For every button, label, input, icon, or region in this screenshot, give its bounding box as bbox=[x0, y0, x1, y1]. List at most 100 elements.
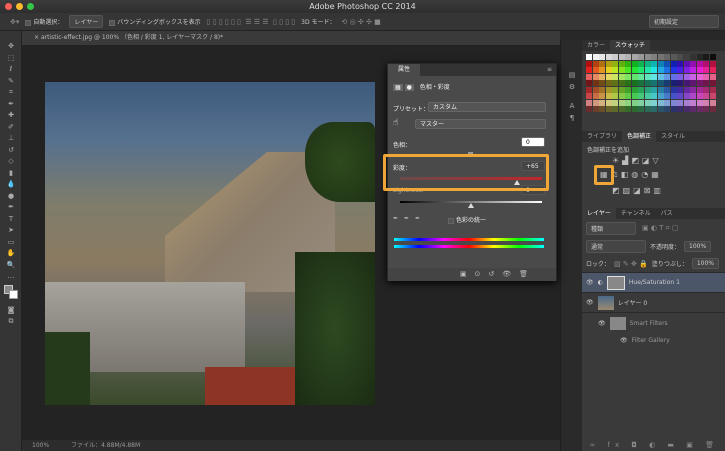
swatch[interactable] bbox=[670, 60, 677, 67]
tab-libraries[interactable]: ライブラリ bbox=[582, 131, 622, 142]
swatch[interactable] bbox=[657, 54, 664, 60]
swatch[interactable] bbox=[683, 60, 690, 67]
swatch[interactable] bbox=[586, 80, 592, 86]
shape-tool-icon[interactable]: ▭ bbox=[0, 237, 22, 249]
swatch[interactable] bbox=[690, 86, 696, 93]
swatch[interactable] bbox=[586, 60, 592, 67]
swatch[interactable] bbox=[664, 99, 670, 106]
quick-mask-icon[interactable]: ◙ bbox=[0, 305, 22, 317]
layer-row-hue-saturation[interactable]: 👁 ◐ Hue/Saturation 1 bbox=[582, 273, 725, 293]
gradient-tool-icon[interactable]: ▮ bbox=[0, 168, 22, 180]
swatch[interactable] bbox=[599, 60, 605, 67]
swatch[interactable] bbox=[696, 73, 703, 80]
swatch[interactable] bbox=[612, 73, 618, 80]
layer-name[interactable]: Hue/Saturation 1 bbox=[629, 279, 680, 286]
swatch[interactable] bbox=[605, 67, 612, 73]
swatch[interactable] bbox=[696, 93, 703, 99]
targeted-adjust-hand-icon[interactable]: ☝ bbox=[393, 118, 398, 128]
swatch[interactable] bbox=[592, 67, 599, 73]
swatch[interactable] bbox=[599, 99, 605, 106]
properties-icon[interactable]: ⚙ bbox=[561, 82, 583, 94]
swatch[interactable] bbox=[657, 80, 664, 86]
visibility-eye-icon[interactable]: 👁 bbox=[598, 320, 606, 327]
properties-footer-icons[interactable]: ▣⊙↺👁🗑 bbox=[388, 268, 556, 281]
layer-name[interactable]: Filter Gallery bbox=[632, 337, 670, 344]
layer-name[interactable]: レイヤー 0 bbox=[618, 298, 648, 307]
character-icon[interactable]: A bbox=[561, 101, 583, 113]
tab-close-icon[interactable]: × bbox=[34, 34, 41, 41]
swatch[interactable] bbox=[670, 73, 677, 80]
swatch[interactable] bbox=[631, 54, 638, 60]
swatch[interactable] bbox=[690, 106, 696, 112]
swatch[interactable] bbox=[683, 67, 690, 73]
hue-input[interactable]: 0 bbox=[521, 137, 545, 147]
swatch[interactable] bbox=[703, 86, 709, 93]
swatch[interactable] bbox=[651, 67, 657, 73]
blend-mode-select[interactable]: 通常 bbox=[586, 240, 646, 253]
swatch[interactable] bbox=[638, 80, 644, 86]
visibility-eye-icon[interactable]: 👁 bbox=[586, 279, 594, 286]
swatch[interactable] bbox=[664, 86, 670, 93]
zoom-tool-icon[interactable]: 🔍 bbox=[0, 260, 22, 272]
swatch[interactable] bbox=[592, 60, 599, 67]
swatch[interactable] bbox=[631, 67, 638, 73]
tab-layers[interactable]: レイヤー bbox=[582, 208, 616, 219]
swatch[interactable] bbox=[670, 67, 677, 73]
swatch[interactable] bbox=[677, 93, 683, 99]
swatch[interactable] bbox=[664, 80, 670, 86]
swatch[interactable] bbox=[657, 99, 664, 106]
screen-mode-icon[interactable]: ⧉ bbox=[0, 316, 22, 328]
swatch[interactable] bbox=[625, 106, 631, 112]
swatch[interactable] bbox=[703, 67, 709, 73]
swatch[interactable] bbox=[638, 99, 644, 106]
swatch[interactable] bbox=[677, 67, 683, 73]
eraser-tool-icon[interactable]: ◇ bbox=[0, 156, 22, 168]
visibility-eye-icon[interactable]: 👁 bbox=[620, 337, 628, 344]
swatch[interactable] bbox=[644, 73, 651, 80]
tab-paths[interactable]: パス bbox=[656, 208, 678, 219]
swatch[interactable] bbox=[605, 54, 612, 60]
swatch[interactable] bbox=[631, 99, 638, 106]
swatch[interactable] bbox=[605, 80, 612, 86]
swatch[interactable] bbox=[605, 106, 612, 112]
swatch[interactable] bbox=[592, 80, 599, 86]
swatch[interactable] bbox=[625, 67, 631, 73]
swatch[interactable] bbox=[605, 73, 612, 80]
swatch[interactable] bbox=[605, 86, 612, 93]
swatch[interactable] bbox=[677, 54, 683, 60]
move-tool-icon[interactable]: ✥▾ bbox=[10, 18, 19, 26]
opacity-input[interactable]: 100% bbox=[684, 241, 712, 252]
swatch[interactable] bbox=[599, 73, 605, 80]
adjustment-icon[interactable]: ▦ bbox=[393, 84, 403, 91]
swatch[interactable] bbox=[709, 54, 716, 60]
crop-tool-icon[interactable]: ⌗ bbox=[0, 87, 22, 99]
swatch[interactable] bbox=[592, 54, 599, 60]
hand-tool-icon[interactable]: ✋ bbox=[0, 248, 22, 260]
swatch[interactable] bbox=[618, 93, 625, 99]
swatch[interactable] bbox=[625, 60, 631, 67]
swatch[interactable] bbox=[677, 73, 683, 80]
swatch[interactable] bbox=[618, 106, 625, 112]
swatch[interactable] bbox=[670, 80, 677, 86]
3d-tools-icons[interactable]: ⟲ ◎ ✣ ✣ ■ bbox=[342, 18, 381, 26]
swatch[interactable] bbox=[599, 80, 605, 86]
swatch[interactable] bbox=[696, 106, 703, 112]
swatch[interactable] bbox=[618, 60, 625, 67]
swatch[interactable] bbox=[605, 60, 612, 67]
swatch[interactable] bbox=[709, 73, 716, 80]
swatch[interactable] bbox=[651, 60, 657, 67]
swatch[interactable] bbox=[638, 54, 644, 60]
swatch[interactable] bbox=[592, 73, 599, 80]
adjustment-icons-row1[interactable]: ☀▟◩◪▽ bbox=[612, 156, 662, 165]
swatch[interactable] bbox=[670, 99, 677, 106]
swatch[interactable] bbox=[592, 106, 599, 112]
filter-gallery-row[interactable]: 👁 Filter Gallery bbox=[582, 333, 725, 347]
brush-tool-icon[interactable]: ✐ bbox=[0, 122, 22, 134]
swatch-grid[interactable] bbox=[582, 51, 725, 115]
layer-row-layer0[interactable]: 👁 レイヤー 0 bbox=[582, 293, 725, 313]
swatch[interactable] bbox=[664, 60, 670, 67]
swatch[interactable] bbox=[709, 99, 716, 106]
lock-icons[interactable]: ▨ ✎ ✥ 🔒 bbox=[614, 260, 648, 268]
swatch[interactable] bbox=[664, 106, 670, 112]
swatch[interactable] bbox=[612, 80, 618, 86]
